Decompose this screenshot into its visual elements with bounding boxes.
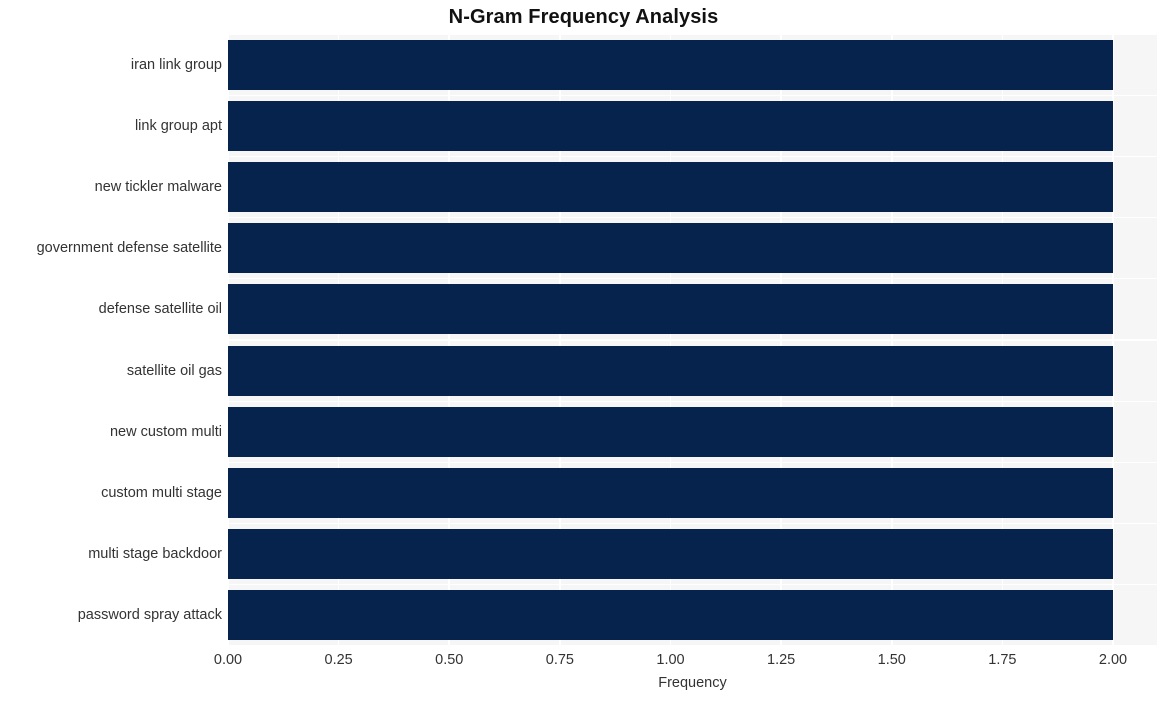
horizontal-gridline (228, 278, 1157, 280)
bar (228, 345, 1113, 396)
y-axis-tick-label: defense satellite oil (98, 301, 222, 318)
bar (228, 467, 1113, 519)
x-axis-tick-label: 0.75 (545, 652, 574, 668)
horizontal-gridline (228, 400, 1157, 402)
x-axis-tick-label: 0.00 (213, 652, 243, 668)
bar (228, 529, 1113, 580)
horizontal-gridline (228, 461, 1157, 464)
y-axis-tick-label: satellite oil gas (126, 362, 222, 379)
plot-area (228, 34, 1157, 646)
y-axis-tick-label: government defense satellite (36, 240, 222, 257)
x-axis-tick-label: 0.25 (324, 652, 353, 668)
horizontal-gridline (228, 645, 1157, 646)
x-axis-tick-label: 1.25 (767, 652, 796, 668)
bar (228, 284, 1113, 335)
bar (228, 100, 1113, 151)
bar (228, 406, 1113, 457)
bar (228, 39, 1113, 90)
y-axis-tick-label: iran link group (130, 56, 222, 73)
x-axis-tick-label: 2.00 (1098, 652, 1128, 668)
bar (228, 223, 1113, 274)
horizontal-gridline (228, 155, 1157, 158)
y-axis-tick-label: multi stage backdoor (88, 546, 222, 563)
bar (228, 590, 1113, 641)
bar (228, 161, 1113, 213)
horizontal-gridline (228, 94, 1157, 96)
horizontal-gridline (228, 339, 1157, 341)
y-axis-tick-label: link group apt (134, 117, 222, 134)
horizontal-gridline (228, 34, 1157, 35)
x-axis-tick-label: 1.50 (877, 652, 906, 668)
x-axis-label: Frequency (658, 675, 727, 691)
x-axis-tick-label: 0.50 (435, 652, 464, 668)
x-axis-tick-label: 1.00 (656, 652, 685, 668)
y-axis-tick-label: custom multi stage (101, 485, 222, 501)
horizontal-gridline (228, 522, 1157, 525)
y-axis-tick-label: new custom multi (109, 423, 222, 440)
y-axis-tick-label: new tickler malware (94, 179, 222, 195)
chart-title: N-Gram Frequency Analysis (448, 6, 719, 28)
y-axis-tick-label: password spray attack (77, 607, 222, 624)
horizontal-gridline (228, 216, 1157, 219)
x-axis-tick-label: 1.75 (988, 652, 1017, 668)
horizontal-gridline (228, 584, 1157, 586)
chart-figure: N-Gram Frequency Analysis iran link grou… (0, 0, 1167, 701)
